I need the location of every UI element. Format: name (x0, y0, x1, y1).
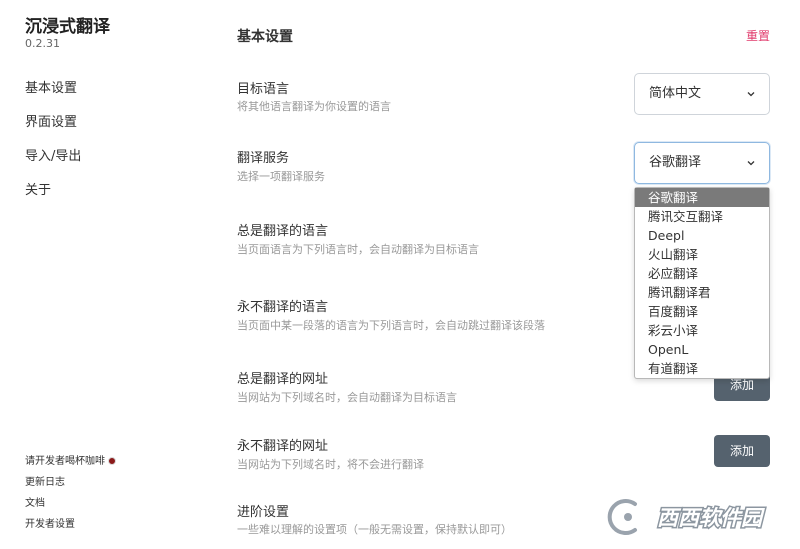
service-option-caiyun[interactable]: 彩云小译 (635, 321, 769, 340)
page-title: 基本设置 (237, 29, 293, 45)
sidebar-footer: 请开发者喝杯咖啡 更新日志 文档 开发者设置 (25, 455, 116, 539)
main-content: 基本设置 重置 目标语言 将其他语言翻译为你设置的语言 简体中文 翻译服务 选择… (237, 0, 777, 549)
service-option-bing[interactable]: 必应翻译 (635, 264, 769, 283)
advanced-settings-desc: 一些难以理解的设置项（一般无需设置，保持默认即可） (237, 523, 512, 536)
target-language-title: 目标语言 (237, 82, 290, 97)
sidebar-item-about[interactable]: 关于 (25, 182, 81, 216)
service-option-youdao[interactable]: 有道翻译 (635, 359, 769, 378)
never-translate-urls-add-button[interactable]: 添加 (714, 435, 770, 467)
coffee-link-label: 请开发者喝杯咖啡 (25, 456, 105, 467)
translation-service-value: 谷歌翻译 (649, 155, 702, 170)
coffee-link[interactable]: 请开发者喝杯咖啡 (25, 455, 116, 476)
sidebar: 沉浸式翻译 0.2.31 基本设置 界面设置 导入/导出 关于 请开发者喝杯咖啡… (0, 0, 200, 549)
translation-service-dropdown: 谷歌翻译 腾讯交互翻译 Deepl 火山翻译 必应翻译 腾讯翻译君 百度翻译 彩… (634, 187, 770, 379)
watermark-c-icon (605, 496, 640, 538)
translation-service-select[interactable]: 谷歌翻译 (634, 142, 770, 184)
always-translate-languages-title: 总是翻译的语言 (237, 224, 329, 239)
always-translate-urls-title: 总是翻译的网址 (237, 372, 329, 387)
reset-button[interactable]: 重置 (746, 27, 770, 44)
docs-link[interactable]: 文档 (25, 497, 116, 518)
always-translate-urls-desc: 当网站为下列域名时，会自动翻译为目标语言 (237, 391, 457, 404)
never-translate-languages-desc: 当页面中某一段落的语言为下列语言时，会自动跳过翻译该段落 (237, 319, 545, 332)
target-language-value: 简体中文 (649, 86, 702, 101)
site-watermark-logo: 西西软件园 (605, 496, 766, 538)
target-language-desc: 将其他语言翻译为你设置的语言 (237, 100, 391, 113)
sidebar-item-basic-settings[interactable]: 基本设置 (25, 80, 81, 114)
developer-settings-link[interactable]: 开发者设置 (25, 518, 116, 539)
watermark-text: 西西软件园 (657, 506, 765, 530)
service-option-baidu[interactable]: 百度翻译 (635, 302, 769, 321)
service-option-deepl[interactable]: Deepl (635, 226, 769, 245)
chevron-down-icon (747, 161, 755, 166)
never-translate-languages-title: 永不翻译的语言 (237, 300, 329, 315)
sidebar-item-import-export[interactable]: 导入/导出 (25, 148, 81, 182)
service-option-openl[interactable]: OpenL (635, 340, 769, 359)
translation-service-desc: 选择一项翻译服务 (237, 170, 325, 183)
service-option-tencent[interactable]: 腾讯翻译君 (635, 283, 769, 302)
advanced-settings-title[interactable]: 进阶设置 (237, 501, 289, 520)
translation-service-title: 翻译服务 (237, 151, 290, 166)
chevron-down-icon (747, 92, 755, 97)
always-translate-languages-desc: 当页面语言为下列语言时，会自动翻译为目标语言 (237, 243, 479, 256)
service-option-tencent-interactive[interactable]: 腾讯交互翻译 (635, 207, 769, 226)
service-option-google[interactable]: 谷歌翻译 (635, 188, 769, 207)
target-language-select[interactable]: 简体中文 (634, 73, 770, 115)
service-option-volcano[interactable]: 火山翻译 (635, 245, 769, 264)
changelog-link[interactable]: 更新日志 (25, 476, 116, 497)
never-translate-urls-desc: 当网站为下列域名时，将不会进行翻译 (237, 458, 424, 471)
app-title: 沉浸式翻译 (25, 17, 110, 37)
never-translate-urls-title: 永不翻译的网址 (237, 439, 329, 454)
app-version: 0.2.31 (25, 37, 60, 50)
sidebar-nav: 基本设置 界面设置 导入/导出 关于 (25, 80, 81, 216)
coffee-icon (108, 457, 116, 465)
sidebar-item-interface-settings[interactable]: 界面设置 (25, 114, 81, 148)
